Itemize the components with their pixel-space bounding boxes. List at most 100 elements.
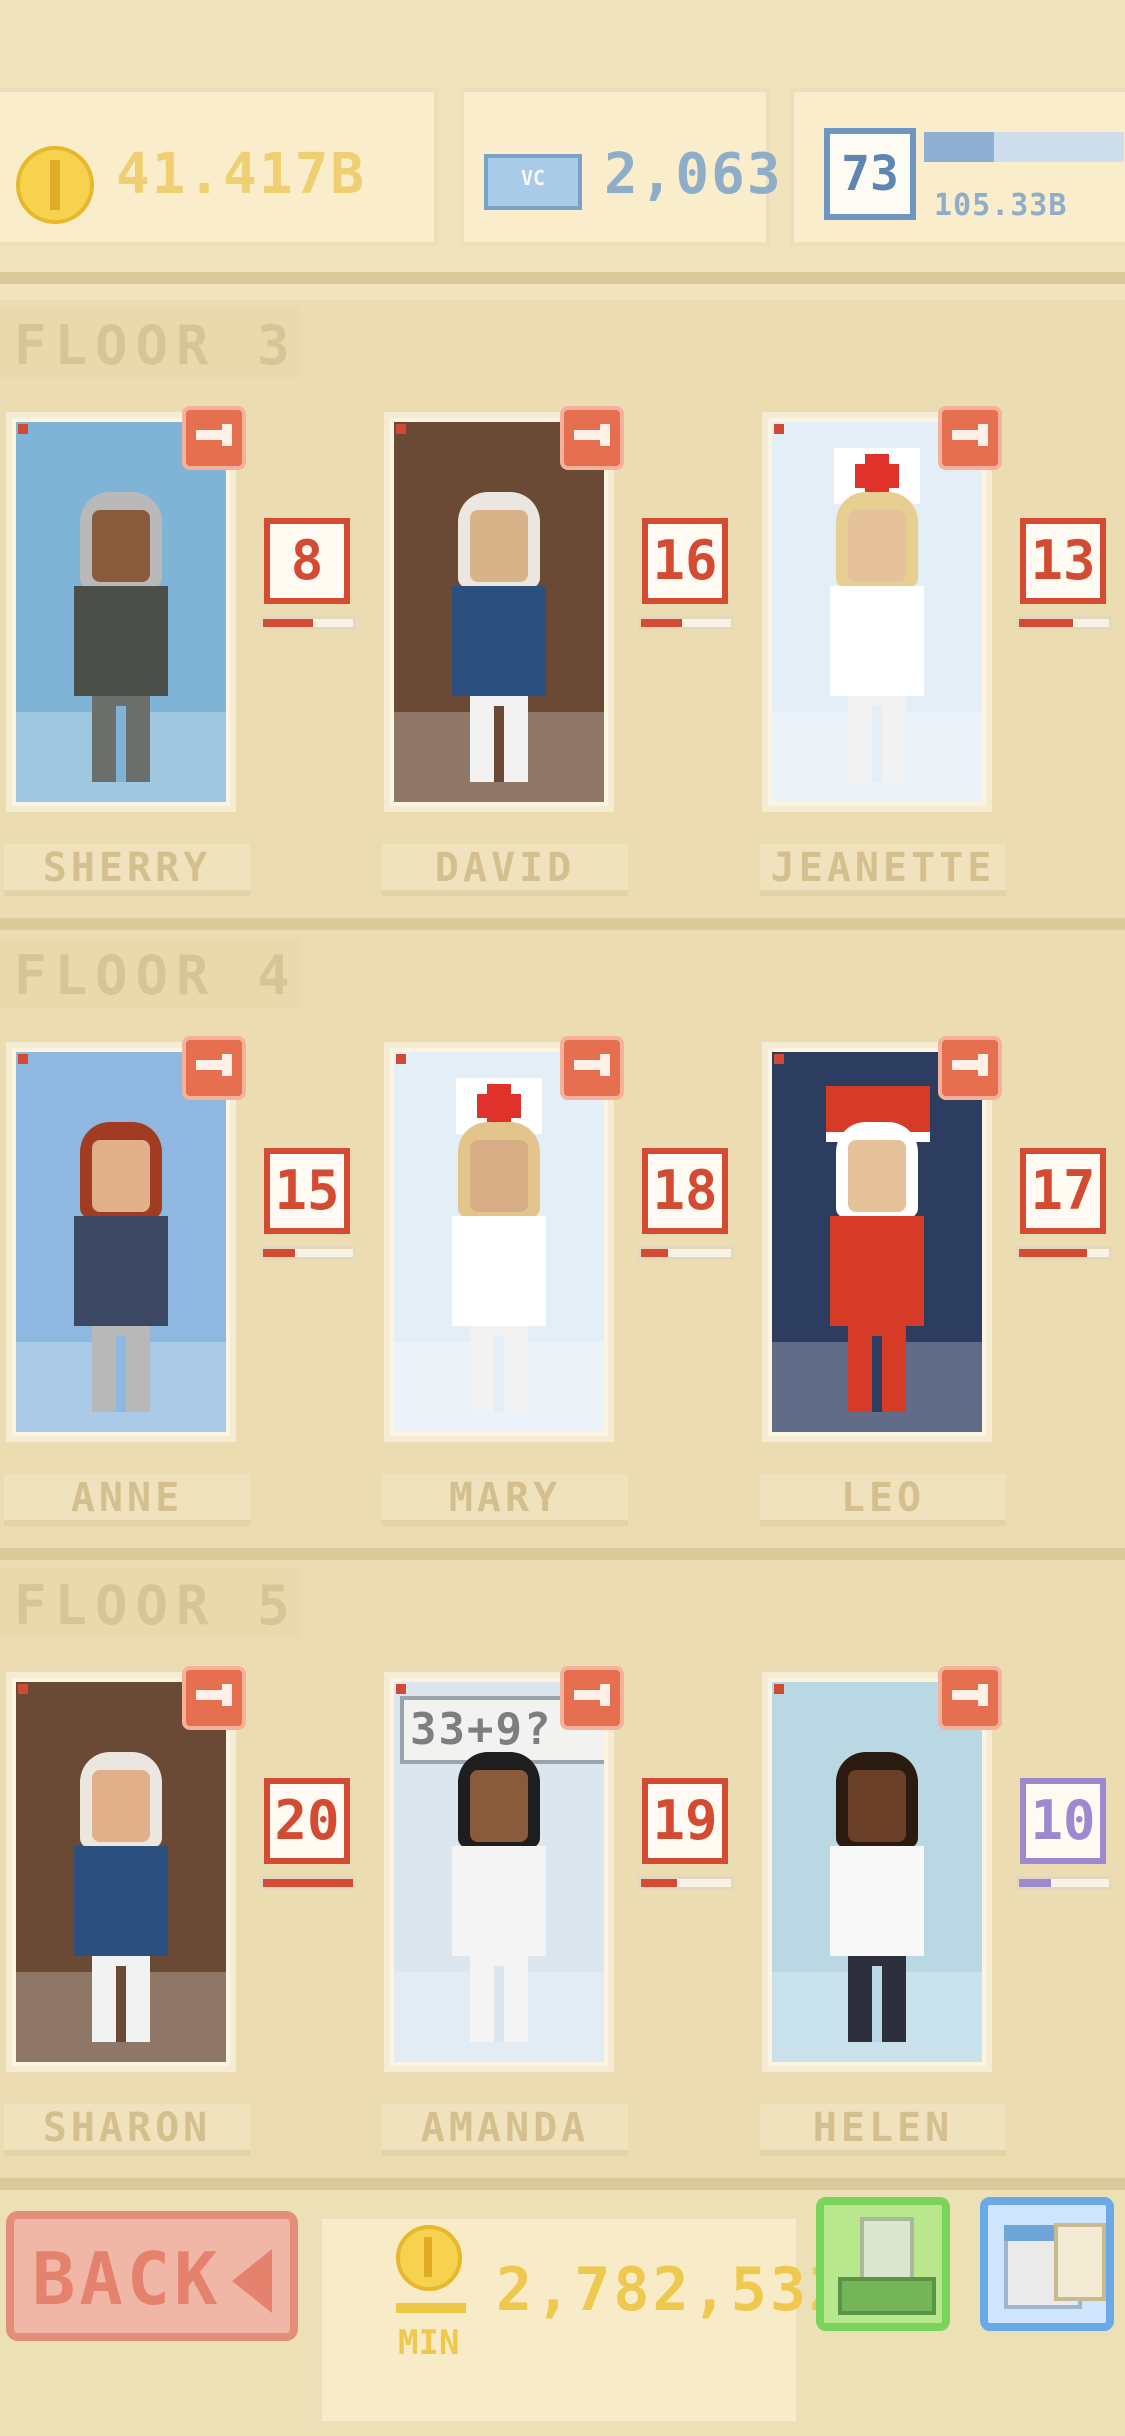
chalkboard-text: 33+9?	[410, 1704, 553, 1755]
status-dot	[18, 1684, 28, 1694]
income-amount: 2,782,532	[496, 2255, 849, 2325]
worker-progress-bar	[1016, 1876, 1112, 1890]
fire-worker-button[interactable]	[560, 406, 624, 470]
red-cross-bar	[477, 1094, 521, 1118]
floor-title: FLOOR 4	[14, 944, 298, 1007]
worker-card[interactable]	[762, 1042, 992, 1442]
worker-card[interactable]	[384, 1042, 614, 1442]
shop-button[interactable]	[980, 2197, 1114, 2331]
worker-name: HELEN	[760, 2104, 1006, 2156]
floor-label: FLOOR 5	[0, 1568, 300, 1638]
fire-worker-button[interactable]	[182, 1036, 246, 1100]
worker-torso	[74, 586, 168, 696]
worker-card[interactable]	[6, 1042, 236, 1442]
fire-worker-button[interactable]	[938, 1666, 1002, 1730]
xp-bar	[924, 132, 1124, 162]
document-icon	[860, 2217, 914, 2281]
worker-head	[92, 510, 150, 582]
worker-torso	[830, 1846, 924, 1956]
worker-progress-fill	[263, 1879, 353, 1887]
status-dot	[18, 424, 28, 434]
worker-name: JEANETTE	[760, 844, 1006, 896]
worker-progress-fill	[1019, 1249, 1087, 1257]
divider	[0, 918, 1125, 930]
income-panel: MIN 2,782,532	[318, 2215, 845, 2425]
worker-portrait	[394, 422, 604, 802]
worker-legs	[848, 696, 906, 782]
status-dot	[774, 1684, 784, 1694]
worker-legs	[470, 1326, 528, 1412]
level-panel[interactable]: 73 105.33B	[790, 88, 1125, 246]
worker-card[interactable]	[384, 412, 614, 812]
back-button[interactable]: BACK	[6, 2211, 298, 2341]
coin-icon	[16, 146, 94, 224]
worker-level: 13	[1020, 518, 1106, 604]
worker-torso	[452, 586, 546, 696]
worker-portrait	[16, 1682, 226, 2062]
fire-worker-button[interactable]	[182, 1666, 246, 1730]
worker-progress-bar	[1016, 616, 1112, 630]
worker-legs	[470, 1956, 528, 2042]
coins-panel[interactable]: 41.417B	[0, 88, 438, 246]
worker-level: 16	[642, 518, 728, 604]
floor-label: FLOOR 3	[0, 308, 300, 378]
worker-portrait	[16, 422, 226, 802]
receipt-icon	[1054, 2223, 1106, 2301]
worker-level: 19	[642, 1778, 728, 1864]
worker-progress-bar	[260, 1246, 356, 1260]
worker-portrait: 33+9?	[394, 1682, 604, 2062]
payroll-button[interactable]	[816, 2197, 950, 2331]
worker-progress-fill	[1019, 619, 1073, 627]
floor-title: FLOOR 5	[14, 1574, 298, 1637]
worker-portrait	[772, 1682, 982, 2062]
worker-progress-fill	[641, 1879, 677, 1887]
floor-section: FLOOR 4 15 ANNE 18 MARY 17 LEO	[0, 930, 1125, 1560]
worker-head	[470, 1770, 528, 1842]
vc-label: VC	[520, 166, 546, 190]
fire-worker-button[interactable]	[560, 1036, 624, 1100]
fire-worker-button[interactable]	[560, 1666, 624, 1730]
leg-gap	[872, 1966, 882, 2042]
fire-worker-button[interactable]	[938, 406, 1002, 470]
worker-portrait	[16, 1052, 226, 1432]
worker-figure	[444, 1752, 554, 2052]
cash-icon	[838, 2277, 936, 2315]
worker-progress-fill	[263, 1249, 295, 1257]
worker-progress-fill	[641, 1249, 668, 1257]
xp-amount: 105.33B	[934, 188, 1068, 223]
worker-head	[470, 1140, 528, 1212]
worker-torso	[74, 1846, 168, 1956]
worker-figure	[66, 1122, 176, 1422]
worker-level: 20	[264, 1778, 350, 1864]
worker-card[interactable]: 33+9?	[384, 1672, 614, 2072]
worker-portrait	[394, 1052, 604, 1432]
coins-amount: 41.417B	[116, 142, 367, 207]
worker-legs	[92, 1326, 150, 1412]
status-dot	[396, 1684, 406, 1694]
status-dot	[396, 424, 406, 434]
worker-card[interactable]	[6, 412, 236, 812]
leg-gap	[116, 1336, 126, 1412]
worker-name: AMANDA	[382, 2104, 628, 2156]
fire-worker-button[interactable]	[182, 406, 246, 470]
worker-name: ANNE	[4, 1474, 250, 1526]
worker-name: DAVID	[382, 844, 628, 896]
worker-legs	[848, 1326, 906, 1412]
worker-figure	[822, 448, 932, 792]
worker-progress-bar	[1016, 1246, 1112, 1260]
worker-progress-bar	[260, 616, 356, 630]
worker-card[interactable]	[762, 412, 992, 812]
worker-head	[848, 1140, 906, 1212]
leg-gap	[872, 1336, 882, 1412]
floor-label: FLOOR 4	[0, 938, 300, 1008]
leg-gap	[494, 1966, 504, 2042]
vc-panel[interactable]: VC 2,063	[460, 88, 781, 246]
worker-portrait	[772, 422, 982, 802]
worker-card[interactable]	[762, 1672, 992, 2072]
worker-card[interactable]	[6, 1672, 236, 2072]
floor-section: FLOOR 3 8 SHERRY 16 DAVID 13 JEANETTE	[0, 300, 1125, 930]
vc-card-icon: VC	[484, 154, 582, 210]
fire-worker-button[interactable]	[938, 1036, 1002, 1100]
player-level: 73	[824, 128, 916, 220]
worker-name: SHARON	[4, 2104, 250, 2156]
